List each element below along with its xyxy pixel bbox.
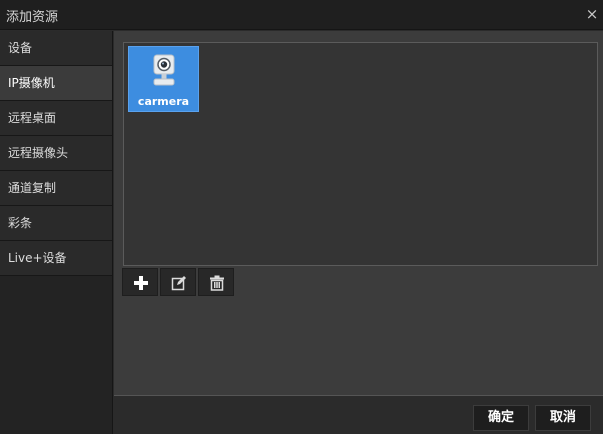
add-button[interactable] [122,268,158,296]
close-icon[interactable]: × [583,4,601,24]
sidebar-item-color-bars[interactable]: 彩条 [0,206,112,241]
title-bar: 添加资源 × [0,0,603,30]
cancel-button[interactable]: 取消 [535,405,591,431]
resource-tile-label: carmera [137,95,190,108]
sidebar-item-device[interactable]: 设备 [0,31,112,66]
sidebar-item-remote-desktop[interactable]: 远程桌面 [0,101,112,136]
plus-icon [134,276,148,290]
window-title: 添加资源 [6,10,59,25]
sidebar-item-remote-camera[interactable]: 远程摄像头 [0,136,112,171]
sidebar-item-channel-copy[interactable]: 通道复制 [0,171,112,206]
delete-button[interactable] [198,268,234,296]
sidebar-item-live-device[interactable]: Live+设备 [0,241,112,276]
sidebar-item-ip-camera[interactable]: IP摄像机 [0,66,112,101]
resource-list: carmera [123,42,598,266]
ip-camera-icon [153,54,175,86]
sidebar: 设备 IP摄像机 远程桌面 远程摄像头 通道复制 彩条 Live+设备 [0,31,113,434]
edit-icon [171,276,186,291]
trash-icon [210,275,224,291]
edit-button[interactable] [160,268,196,296]
dialog-footer: 确定 取消 [114,395,603,434]
main-panel: carmera [114,31,603,395]
ok-button[interactable]: 确定 [473,405,529,431]
resource-tile[interactable]: carmera [128,46,199,112]
